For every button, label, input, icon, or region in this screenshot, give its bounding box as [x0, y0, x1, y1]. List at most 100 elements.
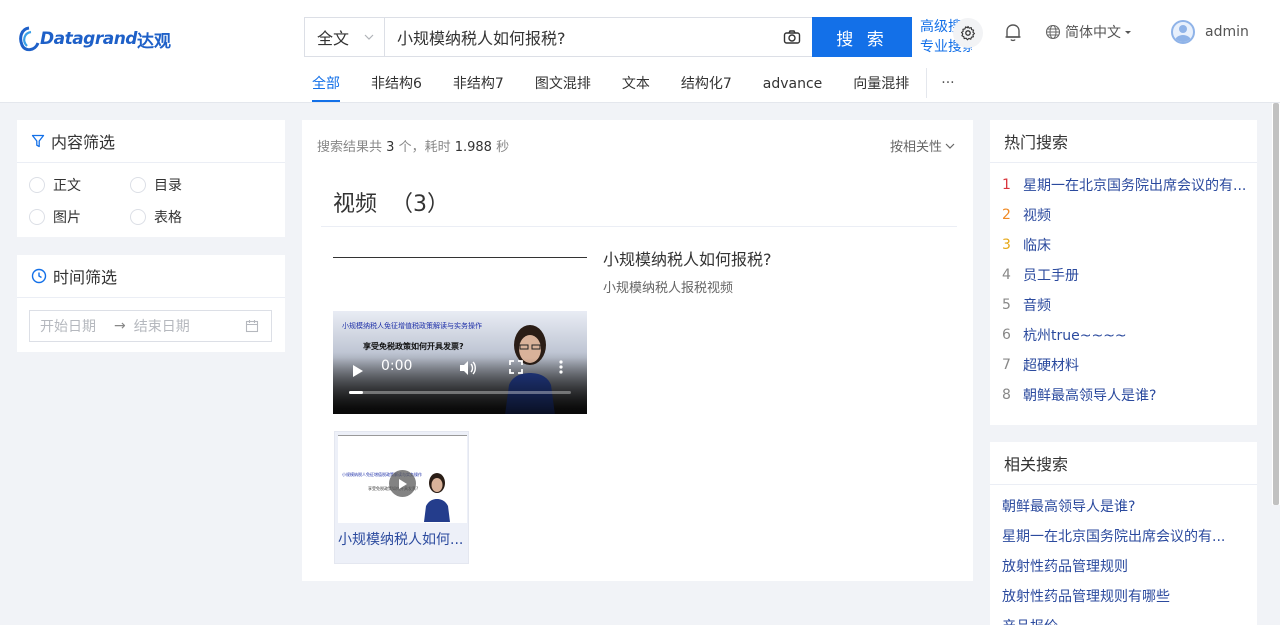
content-filter-panel: 内容筛选 正文 目录 图片 表格 — [17, 120, 285, 237]
more-tabs-button[interactable]: ··· — [939, 70, 956, 103]
radio-label: 图片 — [53, 210, 81, 226]
list-item[interactable]: 5 音频 — [1002, 290, 1257, 320]
list-item[interactable]: 4 员工手册 — [1002, 260, 1257, 290]
chevron-down-icon — [945, 143, 955, 149]
video-player[interactable]: 小规模纳税人免征增值税政策解读与实务操作 享受免税政策如何开具发票? 0:00 — [333, 257, 587, 414]
hot-rank: 5 — [1002, 297, 1011, 313]
calendar-icon[interactable] — [245, 319, 259, 333]
section-title: 视频 （3） — [333, 192, 449, 217]
radio-body-text[interactable]: 正文 — [29, 175, 130, 195]
tab-advance[interactable]: advance — [755, 70, 831, 103]
slide-heading: 小规模纳税人免征增值税政策解读与实务操作 — [342, 322, 482, 330]
play-icon[interactable] — [352, 364, 364, 378]
list-item[interactable]: 1 星期一在北京国务院出席会议的有... — [1002, 170, 1257, 200]
settings-button[interactable] — [953, 18, 983, 48]
result-summary-prefix: 搜索结果共 — [317, 140, 383, 155]
list-item[interactable]: 放射性药品管理规则有哪些 — [1002, 581, 1257, 611]
hot-rank: 3 — [1002, 237, 1011, 253]
hot-text[interactable]: 临床 — [1023, 235, 1051, 255]
radio-toc[interactable]: 目录 — [130, 175, 230, 195]
hot-search-list: 1 星期一在北京国务院出席会议的有... 2 视频 3 临床 4 员工手册 5 音频 6杭… — [990, 170, 1257, 410]
language-select[interactable]: 简体中文 — [1045, 22, 1133, 42]
date-range-picker[interactable]: 开始日期 → 结束日期 — [29, 310, 272, 342]
radio-table[interactable]: 表格 — [130, 207, 230, 227]
video-thumbnail-card[interactable]: 小规模纳税人免征增值税政策解读与实务操作 享受免税政策如何开具发票? 小规模纳税… — [334, 431, 469, 564]
video-progress-fill — [349, 391, 363, 394]
hot-rank: 2 — [1002, 207, 1011, 223]
result-summary-suffix: 秒 — [496, 140, 510, 155]
results-panel: 搜索结果共 3 个，耗时 1.988 秒 按相关性 视频 （3） 小规模纳税人免… — [302, 120, 973, 581]
end-date-input[interactable]: 结束日期 — [134, 316, 190, 336]
list-item[interactable]: 朝鲜最高领导人是谁? — [1002, 491, 1257, 521]
tab-unstructured6[interactable]: 非结构6 — [363, 70, 430, 103]
tab-structured7[interactable]: 结构化7 — [673, 70, 740, 103]
video-progress-bar[interactable] — [349, 391, 571, 394]
hot-rank: 1 — [1002, 177, 1011, 193]
list-item[interactable]: 7 超硬材料 — [1002, 350, 1257, 380]
list-item[interactable]: 星期一在北京国务院出席会议的有... — [1002, 521, 1257, 551]
hot-text[interactable]: 朝鲜最高领导人是谁? — [1023, 385, 1156, 405]
tab-divider — [926, 68, 928, 98]
hot-text[interactable]: 视频 — [1023, 205, 1051, 225]
list-item[interactable]: 8 朝鲜最高领导人是谁? — [1002, 380, 1257, 410]
tab-text[interactable]: 文本 — [614, 70, 658, 103]
search-scope-select[interactable]: 全文 — [305, 18, 385, 56]
list-item[interactable]: 产品报价 — [1002, 611, 1257, 625]
content-filter-title-text: 内容筛选 — [51, 133, 116, 152]
search-box: 全文 搜 索 — [304, 17, 912, 57]
username: admin — [1205, 24, 1249, 40]
result-summary-mid: 个，耗时 — [398, 140, 451, 155]
bell-icon[interactable] — [1004, 22, 1022, 46]
radio-label: 正文 — [53, 178, 81, 194]
chevron-down-icon — [364, 34, 374, 40]
radio-circle[interactable] — [29, 177, 45, 193]
sort-select[interactable]: 按相关性 — [890, 136, 955, 155]
radio-label: 目录 — [154, 178, 182, 194]
radio-circle[interactable] — [130, 177, 146, 193]
list-item[interactable]: 放射性药品管理规则 — [1002, 551, 1257, 581]
tab-all[interactable]: 全部 — [304, 70, 348, 103]
camera-icon[interactable] — [772, 18, 812, 56]
result-title[interactable]: 小规模纳税人如何报税? — [603, 246, 772, 270]
list-item[interactable]: 6 杭州true~~~~ — [1002, 320, 1257, 350]
content-filter-title: 内容筛选 — [17, 120, 285, 163]
hot-text[interactable]: 超硬材料 — [1023, 355, 1079, 375]
radio-image[interactable]: 图片 — [29, 207, 130, 227]
scrollbar-thumb[interactable] — [1273, 103, 1279, 505]
hot-text[interactable]: 杭州true~~~~ — [1023, 325, 1127, 345]
datagrand-logo[interactable]: Datagrand 达观 — [18, 24, 171, 54]
tab-vector-mixed[interactable]: 向量混排 — [845, 70, 917, 103]
hot-text[interactable]: 音频 — [1023, 295, 1051, 315]
user-menu[interactable]: admin — [1171, 20, 1249, 44]
list-item[interactable]: 3 临床 — [1002, 230, 1257, 260]
radio-circle[interactable] — [130, 209, 146, 225]
section-divider — [321, 226, 957, 227]
result-summary: 搜索结果共 3 个，耗时 1.988 秒 — [317, 136, 509, 155]
slide-question: 享受免税政策如何开具发票? — [363, 342, 464, 351]
video-thumbnail[interactable]: 小规模纳税人免征增值税政策解读与实务操作 享受免税政策如何开具发票? — [338, 435, 467, 523]
hot-rank: 4 — [1002, 267, 1011, 283]
search-button[interactable]: 搜 索 — [812, 17, 912, 57]
filter-icon — [31, 134, 45, 148]
fullscreen-icon[interactable] — [509, 360, 523, 374]
hot-text[interactable]: 星期一在北京国务院出席会议的有... — [1023, 175, 1246, 195]
radio-circle[interactable] — [29, 209, 45, 225]
tab-mixed-image-text[interactable]: 图文混排 — [527, 70, 599, 103]
clock-icon — [31, 268, 47, 284]
caret-down-icon — [1125, 31, 1131, 34]
hot-search-panel: 热门搜索 1 星期一在北京国务院出席会议的有... 2 视频 3 临床 4 员工手册 5… — [990, 120, 1257, 425]
related-search-panel: 相关搜索 朝鲜最高领导人是谁? 星期一在北京国务院出席会议的有... 放射性药品… — [990, 442, 1257, 625]
time-filter-panel: 时间筛选 开始日期 → 结束日期 — [17, 255, 285, 352]
tab-unstructured7[interactable]: 非结构7 — [445, 70, 512, 103]
start-date-input[interactable]: 开始日期 — [40, 316, 96, 336]
search-input[interactable] — [385, 18, 772, 56]
volume-icon[interactable] — [459, 360, 477, 376]
sort-label: 按相关性 — [889, 140, 942, 155]
list-item[interactable]: 2 视频 — [1002, 200, 1257, 230]
globe-icon — [1045, 24, 1061, 40]
more-vertical-icon[interactable] — [559, 360, 563, 374]
video-time: 0:00 — [381, 358, 413, 374]
thumbnail-play-button[interactable] — [389, 470, 416, 497]
thumbnail-caption[interactable]: 小规模纳税人如何... — [338, 529, 463, 549]
hot-text[interactable]: 员工手册 — [1023, 265, 1079, 285]
